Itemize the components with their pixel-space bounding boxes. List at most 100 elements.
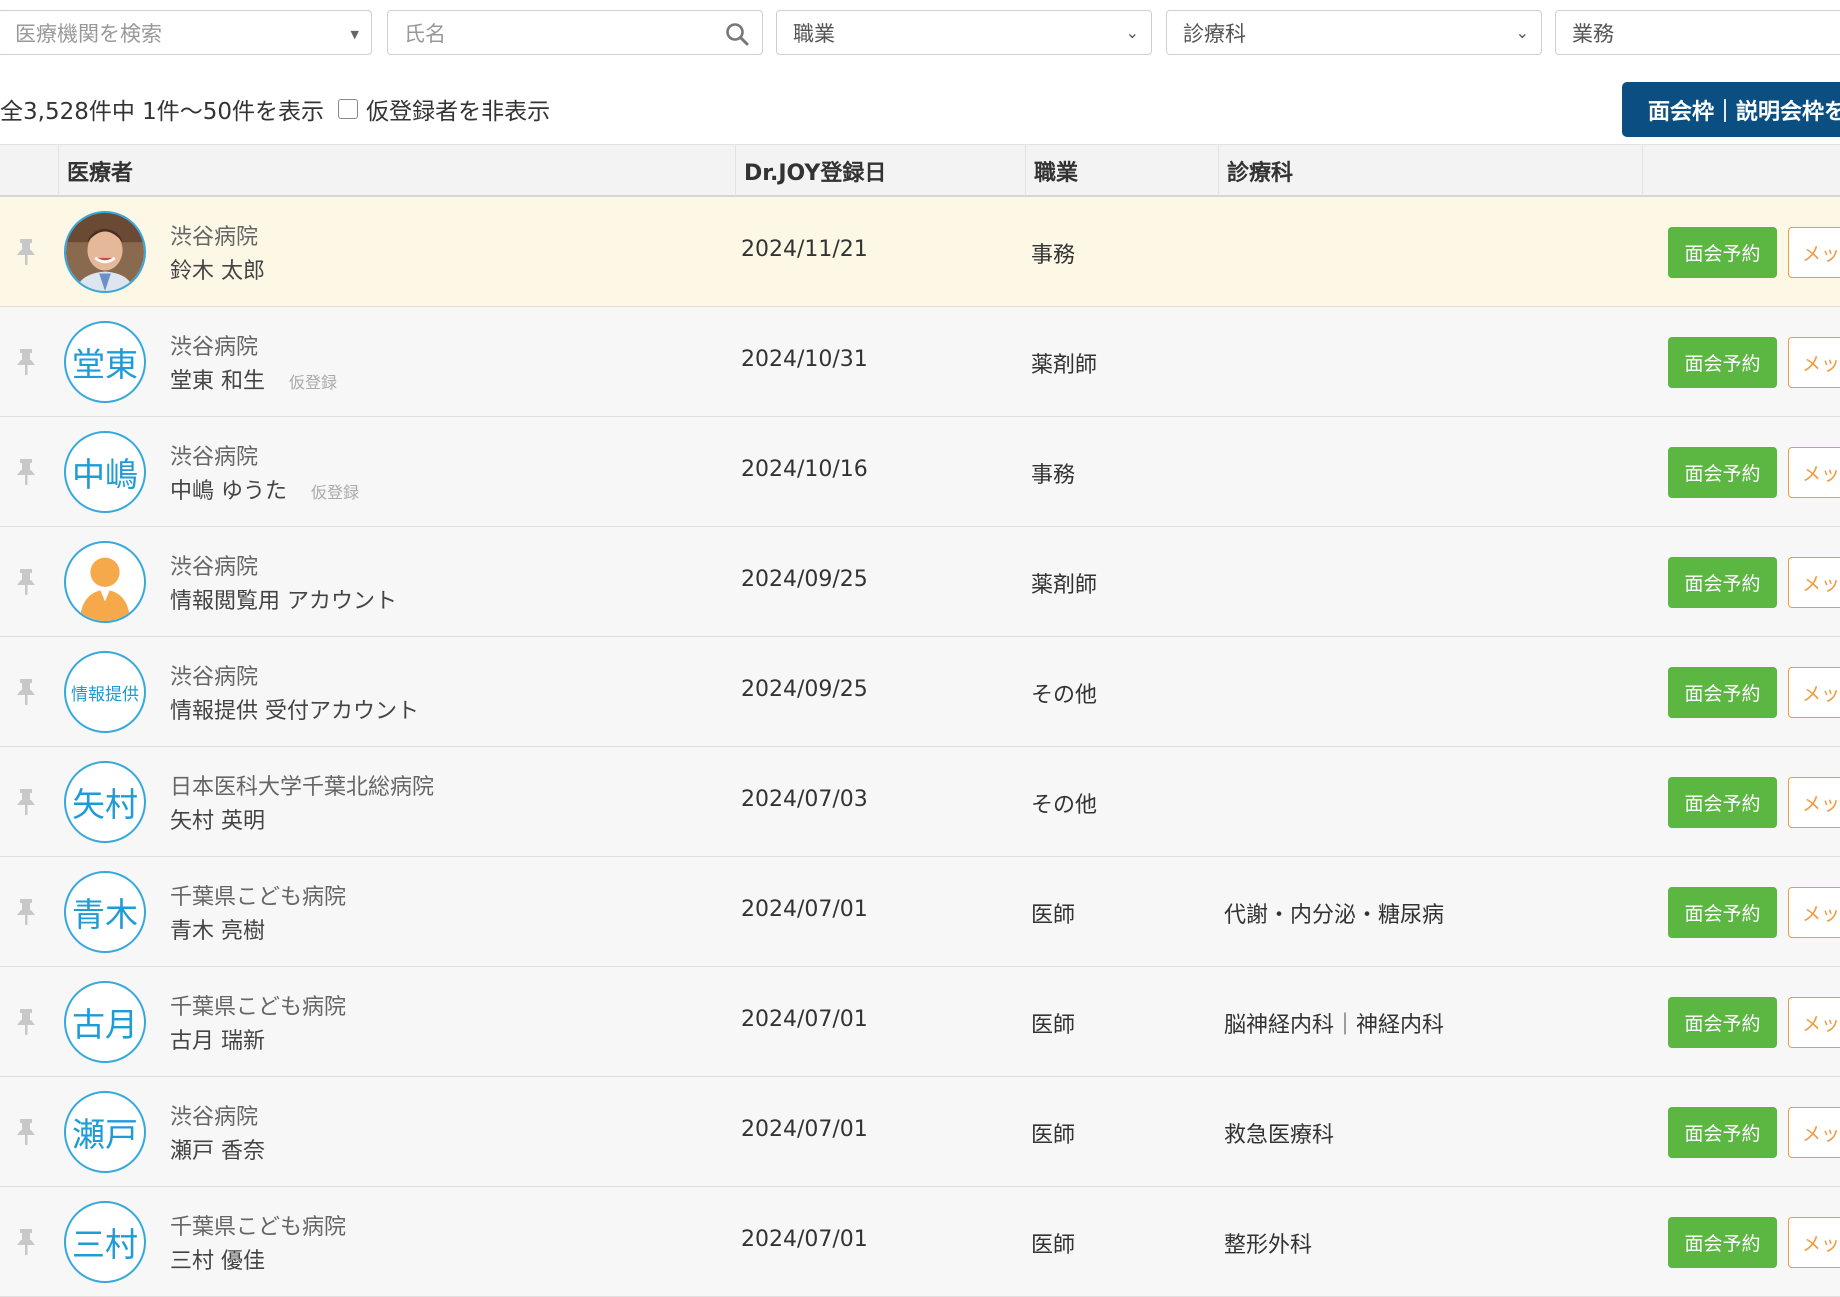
meeting-reservation-button[interactable]: 面会予約 [1668,667,1777,718]
message-button[interactable]: メッセ [1788,887,1840,938]
practitioner-name[interactable]: 堂東 和生 [170,369,265,394]
meeting-slot-button[interactable]: 面会枠｜説明会枠を [1622,82,1840,137]
table-row[interactable]: 古月 千葉県こども病院 古月 瑞新 2024/07/01 医師 脳神経内科｜神経内科 面会予… [0,967,1840,1077]
column-header-department[interactable]: 診療科 [1218,145,1642,196]
avatar-initials: 瀬戸 [72,1115,138,1154]
registered-date: 2024/10/31 [741,347,868,372]
table-row[interactable]: 堂東 渋谷病院堂東 和生 仮登録 2024/10/31 薬剤師 面会予約メッセ [0,307,1840,417]
message-button[interactable]: メッセ [1788,1217,1840,1268]
practitioner-name-line: 瀬戸 香奈 [170,1133,265,1165]
message-button[interactable]: メッセ [1788,1107,1840,1158]
avatar-initials: 青木 [72,895,138,934]
avatar[interactable]: 中嶋 [64,431,146,513]
practitioner-name[interactable]: 中嶋 ゆうた [170,479,287,504]
pin-icon[interactable] [14,1227,38,1257]
meeting-reservation-button[interactable]: 面会予約 [1668,337,1777,388]
message-button[interactable]: メッセ [1788,227,1840,278]
hide-provisional-label[interactable]: 仮登録者を非表示 [366,92,550,126]
table-row[interactable]: 情報提供 渋谷病院情報提供 受付アカウント 2024/09/25 その他 面会予約メッセ [0,637,1840,747]
avatar[interactable] [64,541,146,623]
practitioner-name[interactable]: 情報提供 受付アカウント [170,699,419,724]
practitioner-name[interactable]: 情報閲覧用 アカウント [170,589,397,614]
practitioner-name[interactable]: 三村 優佳 [170,1249,265,1274]
message-button[interactable]: メッセ [1788,337,1840,388]
column-header-practitioner[interactable]: 医療者 [58,145,735,196]
practitioner-name-line: 堂東 和生 仮登録 [170,363,337,395]
meeting-reservation-button[interactable]: 面会予約 [1668,557,1777,608]
name-search-input[interactable]: 氏名 [387,10,763,55]
avatar[interactable] [64,211,146,293]
column-header-occupation[interactable]: 職業 [1025,145,1218,196]
table-row[interactable]: 渋谷病院鈴木 太郎 2024/11/21 事務 面会予約メッセ [0,197,1840,307]
message-button[interactable]: メッセ [1788,777,1840,828]
message-button[interactable]: メッセ [1788,667,1840,718]
meeting-reservation-button[interactable]: 面会予約 [1668,227,1777,278]
chevron-down-icon: ⌄ [1125,23,1139,42]
avatar[interactable]: 情報提供 [64,651,146,733]
meeting-reservation-button[interactable]: 面会予約 [1668,447,1777,498]
chevron-down-icon: ⌄ [1515,23,1529,42]
pin-icon[interactable] [14,1007,38,1037]
occupation: 医師 [1031,1233,1076,1258]
practitioner-name[interactable]: 瀬戸 香奈 [170,1139,265,1164]
avatar[interactable]: 堂東 [64,321,146,403]
table-row[interactable]: 三村 千葉県こども病院三村 優佳 2024/07/01 医師 整形外科 面会予約メッセ [0,1187,1840,1297]
meeting-reservation-button[interactable]: 面会予約 [1668,1107,1777,1158]
practitioner-name[interactable]: 古月 瑞新 [170,1029,265,1054]
institution-search-select[interactable]: 医療機関を検索 ▼ [0,10,372,55]
practitioner-name[interactable]: 矢村 英明 [170,809,265,834]
hide-provisional-checkbox[interactable] [338,99,359,119]
meeting-reservation-button[interactable]: 面会予約 [1668,887,1777,938]
practitioner-name[interactable]: 青木 亮樹 [170,919,265,944]
column-header-registered-date[interactable]: Dr.JOY登録日 [735,145,1025,196]
search-icon[interactable] [724,21,750,47]
pin-icon[interactable] [14,897,38,927]
avatar[interactable]: 三村 [64,1201,146,1283]
avatar[interactable]: 青木 [64,871,146,953]
pin-icon[interactable] [14,677,38,707]
pin-icon[interactable] [14,237,38,267]
occupation: 事務 [1031,243,1076,268]
occupation-select[interactable]: 職業 ⌄ [776,10,1152,55]
practitioner-name[interactable]: 鈴木 太郎 [170,259,265,284]
table-row[interactable]: 中嶋 渋谷病院中嶋 ゆうた 仮登録 2024/10/16 事務 面会予約メッセ [0,417,1840,527]
table-header: 医療者 Dr.JOY登録日 職業 診療科 [0,144,1840,197]
pin-icon[interactable] [14,1117,38,1147]
result-summary: 全3,528件中 1件〜50件を表示 仮登録者を非表示 [0,92,550,126]
occupation: 医師 [1031,903,1076,928]
message-button[interactable]: メッセ [1788,557,1840,608]
meeting-reservation-button[interactable]: 面会予約 [1668,997,1777,1048]
institution-name: 千葉県こども病院 [170,1215,347,1240]
registered-date: 2024/07/01 [741,897,868,922]
table-row[interactable]: 渋谷病院情報閲覧用 アカウント 2024/09/25 薬剤師 面会予約メッセ [0,527,1840,637]
avatar[interactable]: 瀬戸 [64,1091,146,1173]
meeting-reservation-button[interactable]: 面会予約 [1668,1217,1777,1268]
pin-icon[interactable] [14,567,38,597]
pin-icon[interactable] [14,347,38,377]
table-row[interactable]: 瀬戸 渋谷病院瀬戸 香奈 2024/07/01 医師 救急医療科 面会予約メッセ [0,1077,1840,1187]
occupation: 薬剤師 [1031,573,1098,598]
meeting-reservation-button[interactable]: 面会予約 [1668,777,1777,828]
table-row[interactable]: 青木 千葉県こども病院 青木 亮樹 2024/07/01 医師 代謝・内分泌・糖尿病 面会予… [0,857,1840,967]
avatar[interactable]: 矢村 [64,761,146,843]
practitioner-name-line: 情報閲覧用 アカウント [170,583,397,615]
message-button[interactable]: メッセ [1788,447,1840,498]
business-select[interactable]: 業務 [1555,10,1840,55]
avatar[interactable]: 古月 [64,981,146,1063]
institution-name: 日本医科大学千葉北総病院 [170,775,435,800]
practitioner-name-line: 三村 優佳 [170,1243,265,1275]
message-button[interactable]: メッセ [1788,997,1840,1048]
department: 整形外科 [1224,1233,1313,1258]
department-select[interactable]: 診療科 ⌄ [1166,10,1542,55]
occupation: 医師 [1031,1013,1076,1038]
institution-name: 千葉県こども病院 [170,995,347,1020]
table-row[interactable]: 矢村 日本医科大学千葉北総病院矢村 英明 2024/07/03 その他 面会予約メッセ [0,747,1840,857]
pin-icon[interactable] [14,787,38,817]
pin-icon[interactable] [14,457,38,487]
column-header-actions [1642,145,1840,196]
institution-name: 渋谷病院 [170,665,259,690]
institution-name: 渋谷病院 [170,555,259,580]
occupation: 医師 [1031,1123,1076,1148]
department-select-value: 診療科 [1183,21,1246,46]
registered-date: 2024/07/01 [741,1117,868,1142]
